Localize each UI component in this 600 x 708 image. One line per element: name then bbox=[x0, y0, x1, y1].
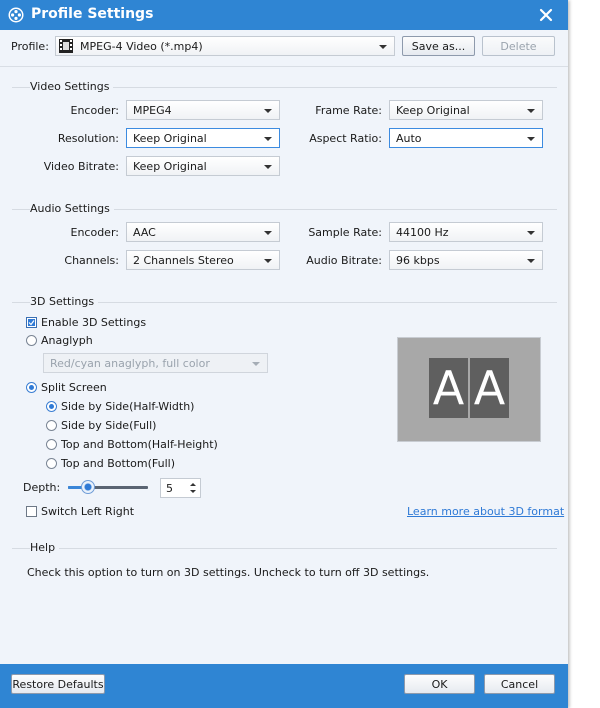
side-by-side-half-radio[interactable] bbox=[46, 401, 57, 412]
threed-settings-title: 3D Settings bbox=[30, 295, 99, 308]
enable-3d-checkbox[interactable] bbox=[26, 317, 37, 328]
title-bar: Profile Settings bbox=[0, 0, 568, 30]
side-by-side-full-radio[interactable] bbox=[46, 420, 57, 431]
side-by-side-full-label: Side by Side(Full) bbox=[61, 419, 157, 432]
anaglyph-value: Red/cyan anaglyph, full color bbox=[50, 357, 210, 370]
save-as-button[interactable]: Save as... bbox=[402, 36, 475, 56]
chevron-down-icon bbox=[527, 137, 535, 141]
cancel-button[interactable]: Cancel bbox=[484, 674, 555, 694]
top-bottom-full-label: Top and Bottom(Full) bbox=[61, 457, 175, 470]
audio-encoder-label: Encoder: bbox=[70, 226, 120, 239]
help-section-line bbox=[12, 548, 557, 549]
film-reel-icon bbox=[8, 7, 24, 23]
sample-rate-select[interactable]: 44100 Hz bbox=[389, 222, 543, 242]
depth-slider-thumb[interactable] bbox=[81, 480, 95, 494]
audio-bitrate-value: 96 kbps bbox=[396, 254, 440, 267]
chevron-down-icon bbox=[252, 362, 260, 366]
audio-bitrate-label: Audio Bitrate: bbox=[306, 254, 382, 267]
top-bottom-half-radio[interactable] bbox=[46, 439, 57, 450]
channels-label: Channels: bbox=[64, 254, 119, 267]
ok-button[interactable]: OK bbox=[404, 674, 475, 694]
resolution-value: Keep Original bbox=[133, 132, 207, 145]
mpeg-video-icon bbox=[59, 39, 73, 53]
top-bottom-half-label: Top and Bottom(Half-Height) bbox=[61, 438, 218, 451]
split-screen-label: Split Screen bbox=[41, 381, 107, 394]
split-screen-radio[interactable] bbox=[26, 382, 37, 393]
resolution-select[interactable]: Keep Original bbox=[126, 128, 280, 148]
profile-select[interactable]: MPEG-4 Video (*.mp4) bbox=[55, 36, 395, 56]
anaglyph-label: Anaglyph bbox=[41, 334, 93, 347]
learn-more-3d-link[interactable]: Learn more about 3D format bbox=[407, 505, 564, 518]
video-bitrate-label: Video Bitrate: bbox=[43, 160, 119, 173]
restore-defaults-button[interactable]: Restore Defaults bbox=[11, 674, 105, 694]
aspect-ratio-value: Auto bbox=[396, 132, 422, 145]
resolution-label: Resolution: bbox=[57, 132, 119, 145]
aspect-ratio-select[interactable]: Auto bbox=[389, 128, 543, 148]
video-settings-title: Video Settings bbox=[30, 80, 114, 93]
frame-rate-value: Keep Original bbox=[396, 104, 470, 117]
depth-value: 5 bbox=[166, 482, 173, 495]
chevron-down-icon bbox=[264, 137, 272, 141]
video-bitrate-value: Keep Original bbox=[133, 160, 207, 173]
anaglyph-select[interactable]: Red/cyan anaglyph, full color bbox=[43, 353, 268, 373]
close-button[interactable] bbox=[535, 4, 557, 26]
close-icon bbox=[539, 8, 553, 22]
depth-label: Depth: bbox=[23, 481, 61, 494]
sample-rate-value: 44100 Hz bbox=[396, 226, 449, 239]
window-title: Profile Settings bbox=[31, 6, 154, 22]
video-encoder-label: Encoder: bbox=[70, 104, 120, 117]
sample-rate-label: Sample Rate: bbox=[308, 226, 382, 239]
chevron-down-icon bbox=[527, 231, 535, 235]
profile-label: Profile: bbox=[11, 40, 49, 53]
checkmark-icon bbox=[28, 319, 35, 326]
switch-left-right-label: Switch Left Right bbox=[41, 505, 135, 518]
anaglyph-radio[interactable] bbox=[26, 335, 37, 346]
chevron-down-icon bbox=[264, 109, 272, 113]
depth-spinner[interactable]: 5 bbox=[160, 478, 201, 498]
audio-bitrate-select[interactable]: 96 kbps bbox=[389, 250, 543, 270]
audio-encoder-value: AAC bbox=[133, 226, 156, 239]
chevron-down-icon bbox=[379, 45, 387, 49]
3d-preview: A A bbox=[397, 337, 541, 442]
frame-rate-select[interactable]: Keep Original bbox=[389, 100, 543, 120]
switch-left-right-checkbox[interactable] bbox=[26, 506, 37, 517]
spin-down-icon[interactable] bbox=[190, 490, 196, 493]
profile-settings-window: Profile Settings Profile: MPEG-4 Video (… bbox=[0, 0, 568, 708]
chevron-down-icon bbox=[264, 259, 272, 263]
aspect-ratio-label: Aspect Ratio: bbox=[309, 132, 382, 145]
help-title: Help bbox=[30, 541, 60, 554]
chevron-down-icon bbox=[527, 259, 535, 263]
help-text: Check this option to turn on 3D settings… bbox=[27, 566, 430, 579]
channels-select[interactable]: 2 Channels Stereo bbox=[126, 250, 280, 270]
preview-left-letter: A bbox=[429, 358, 468, 418]
enable-3d-label: Enable 3D Settings bbox=[41, 316, 147, 329]
divider bbox=[0, 66, 568, 67]
frame-rate-label: Frame Rate: bbox=[315, 104, 382, 117]
top-bottom-full-radio[interactable] bbox=[46, 458, 57, 469]
audio-settings-title: Audio Settings bbox=[30, 202, 114, 215]
side-by-side-half-label: Side by Side(Half-Width) bbox=[61, 400, 195, 413]
preview-right-letter: A bbox=[470, 358, 509, 418]
video-encoder-select[interactable]: MPEG4 bbox=[126, 100, 280, 120]
video-encoder-value: MPEG4 bbox=[133, 104, 172, 117]
video-bitrate-select[interactable]: Keep Original bbox=[126, 156, 280, 176]
chevron-down-icon bbox=[527, 109, 535, 113]
channels-value: 2 Channels Stereo bbox=[133, 254, 234, 267]
audio-encoder-select[interactable]: AAC bbox=[126, 222, 280, 242]
chevron-down-icon bbox=[264, 231, 272, 235]
spin-up-icon[interactable] bbox=[190, 483, 196, 486]
chevron-down-icon bbox=[264, 165, 272, 169]
profile-value: MPEG-4 Video (*.mp4) bbox=[80, 40, 203, 53]
delete-button[interactable]: Delete bbox=[482, 36, 555, 56]
